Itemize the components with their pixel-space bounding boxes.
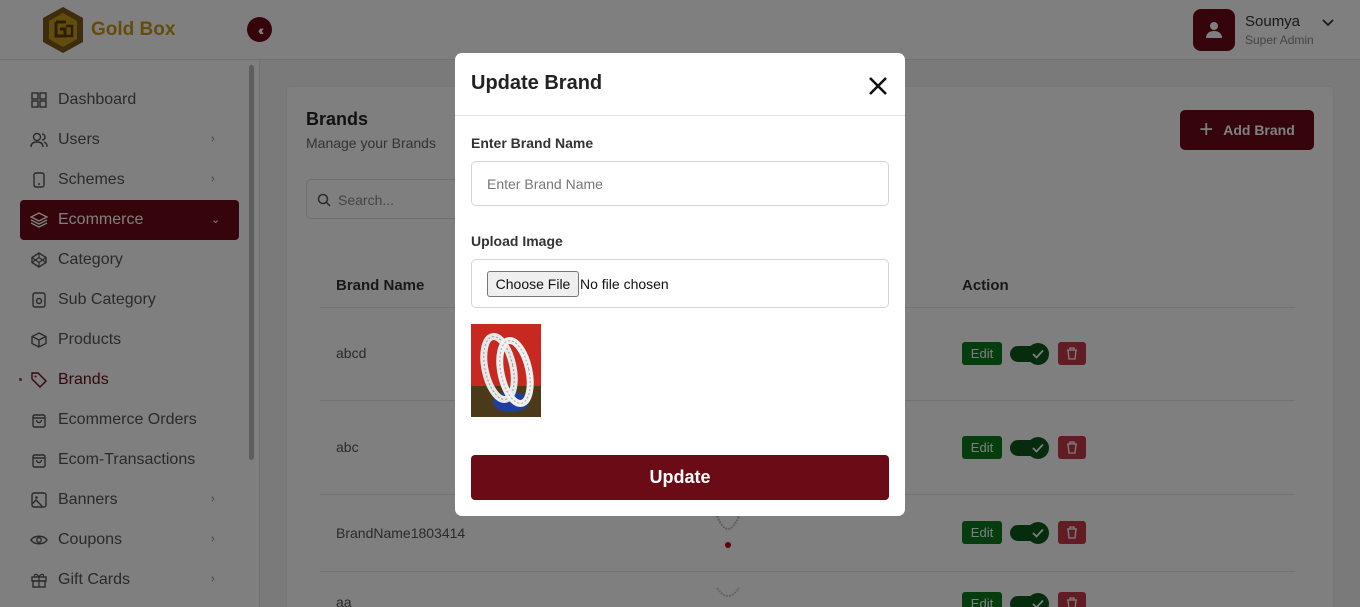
update-brand-modal: Update Brand Enter Brand Name Upload Ima… (455, 53, 905, 516)
close-button[interactable] (865, 73, 891, 99)
choose-file-button[interactable]: Choose File (487, 271, 579, 297)
modal-header: Update Brand (455, 53, 905, 116)
brand-image-preview (471, 324, 541, 417)
update-button[interactable]: Update (471, 455, 889, 500)
image-file-input[interactable]: Choose File No file chosen (471, 259, 889, 308)
upload-image-label: Upload Image (471, 233, 563, 249)
brand-name-input[interactable] (471, 161, 889, 206)
file-status-text: No file chosen (580, 276, 669, 292)
close-icon (869, 77, 887, 95)
modal-title: Update Brand (471, 72, 603, 94)
brand-name-label: Enter Brand Name (471, 135, 594, 151)
